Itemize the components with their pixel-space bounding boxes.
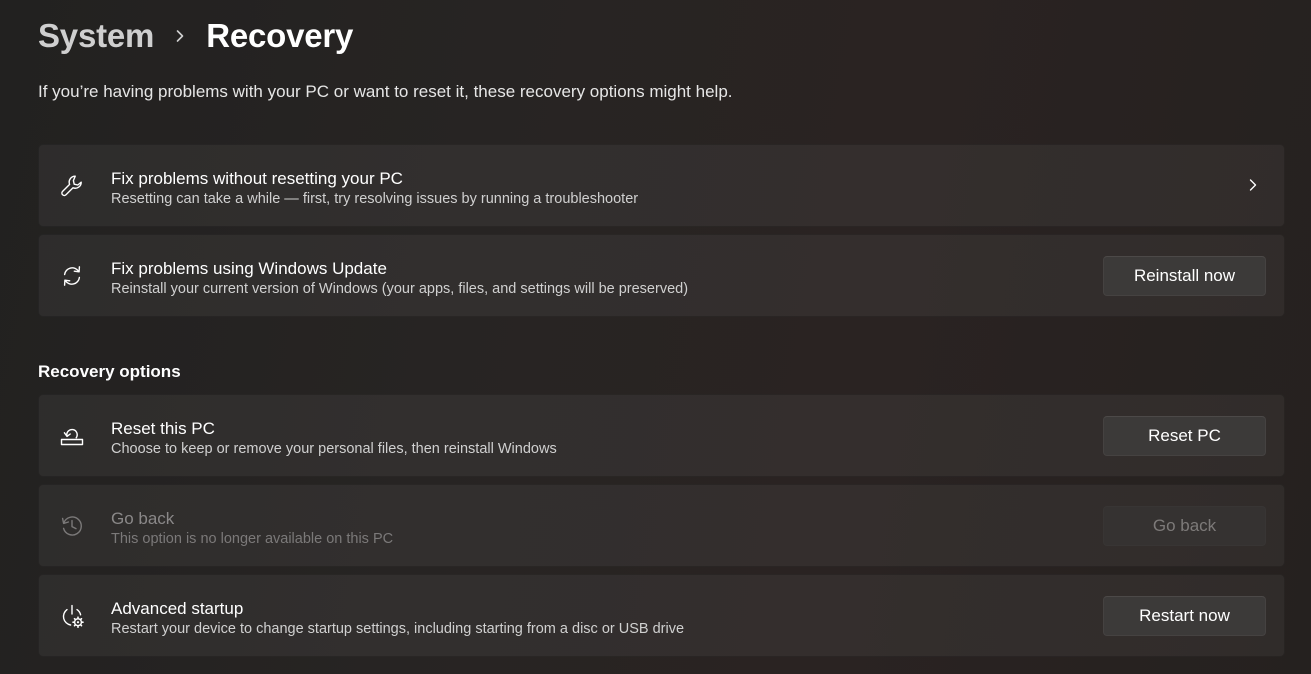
chevron-right-icon[interactable] [1243,175,1263,195]
card-title: Go back [111,509,175,528]
card-title: Advanced startup [111,599,244,618]
reset-pc-card: Reset this PC Choose to keep or remove y… [38,394,1285,477]
section-heading-recovery-options: Recovery options [38,362,181,381]
breadcrumb: System Recovery [38,14,353,58]
card-title: Reset this PC [111,419,215,438]
card-title: Fix problems using Windows Update [111,259,387,278]
fix-without-reset-card[interactable]: Fix problems without resetting your PC R… [38,144,1285,227]
power-gear-icon [58,602,86,630]
card-description: This option is no longer available on th… [111,531,394,547]
history-icon [58,512,86,540]
card-title: Fix problems without resetting your PC [111,169,403,188]
go-back-card: Go back This option is no longer availab… [38,484,1285,567]
page-title: Recovery [206,17,354,54]
reinstall-now-button[interactable]: Reinstall now [1103,256,1266,296]
reset-pc-icon [58,422,86,450]
fix-windows-update-card: Fix problems using Windows Update Reinst… [38,234,1285,317]
card-description: Choose to keep or remove your personal f… [111,441,557,457]
wrench-icon [58,172,86,200]
chevron-right-icon [154,14,206,58]
page-description: If you’re having problems with your PC o… [38,82,733,101]
card-description: Restart your device to change startup se… [111,621,685,637]
go-back-button: Go back [1103,506,1266,546]
sync-icon [58,262,86,290]
card-description: Resetting can take a while — first, try … [111,191,639,207]
breadcrumb-system-link[interactable]: System [38,17,154,55]
reset-pc-button[interactable]: Reset PC [1103,416,1266,456]
restart-now-button[interactable]: Restart now [1103,596,1266,636]
advanced-startup-card: Advanced startup Restart your device to … [38,574,1285,657]
card-description: Reinstall your current version of Window… [111,281,689,297]
